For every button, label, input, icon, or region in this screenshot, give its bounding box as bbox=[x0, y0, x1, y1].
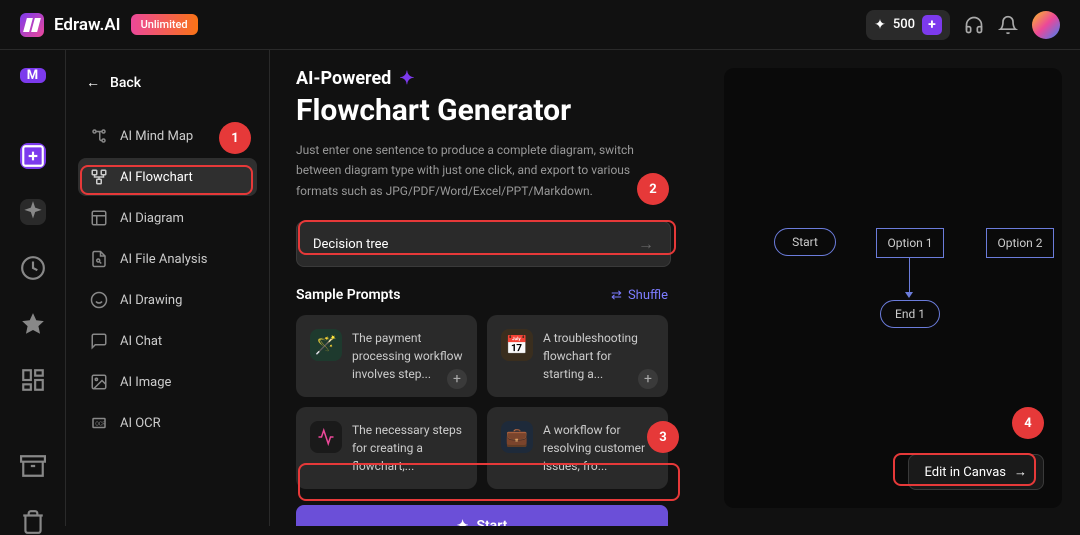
prompt-input[interactable] bbox=[313, 237, 638, 252]
drawing-icon bbox=[90, 291, 108, 309]
ocr-icon: OCR bbox=[90, 414, 108, 432]
credits-count: 500 bbox=[893, 17, 915, 32]
sparkle-icon: ✦ bbox=[457, 518, 469, 526]
calendar-icon: 📅 bbox=[501, 329, 533, 361]
rail-clock-icon[interactable] bbox=[20, 255, 46, 281]
card-add-button[interactable]: + bbox=[638, 369, 658, 389]
flowchart-icon bbox=[90, 168, 108, 186]
sample-card[interactable]: The necessary steps for creating a flowc… bbox=[296, 407, 477, 489]
prompt-input-box[interactable]: → bbox=[296, 221, 671, 267]
sidebar-item-label: AI Drawing bbox=[120, 293, 182, 308]
add-credits-button[interactable]: + bbox=[922, 15, 942, 35]
sidebar-item-label: AI OCR bbox=[120, 416, 161, 431]
page-title: Flowchart Generator bbox=[296, 93, 698, 128]
image-icon bbox=[90, 373, 108, 391]
app-name: Edraw.AI bbox=[54, 15, 121, 35]
sample-prompts-label: Sample Prompts bbox=[296, 287, 400, 303]
svg-text:OCR: OCR bbox=[95, 421, 106, 427]
sidebar-item-label: AI File Analysis bbox=[120, 252, 208, 267]
workspace-badge[interactable]: M bbox=[20, 68, 46, 83]
sidebar-item-chat[interactable]: AI Chat bbox=[78, 322, 257, 360]
sidebar-item-drawing[interactable]: AI Drawing bbox=[78, 281, 257, 319]
sidebar-item-diagram[interactable]: AI Diagram bbox=[78, 199, 257, 237]
flow-node-start: Start bbox=[774, 228, 836, 256]
sample-prompts-header: Sample Prompts ⇄ Shuffle bbox=[296, 287, 668, 303]
sample-cards-grid: 🪄 The payment processing workflow involv… bbox=[296, 315, 668, 489]
start-button[interactable]: ✦ Start bbox=[296, 505, 668, 526]
magic-wand-icon: 🪄 bbox=[310, 329, 342, 361]
arrow-right-icon: → bbox=[1014, 464, 1027, 480]
page-description: Just enter one sentence to produce a com… bbox=[296, 140, 666, 201]
ai-sparkle-icon: ✦ bbox=[399, 68, 414, 89]
card-text: The payment processing workflow involves… bbox=[352, 329, 463, 383]
sample-card[interactable]: 💼 A workflow for resolving customer issu… bbox=[487, 407, 668, 489]
header-right: ✦ 500 + bbox=[866, 10, 1060, 40]
rail-create-icon[interactable] bbox=[20, 143, 46, 169]
shuffle-icon: ⇄ bbox=[611, 288, 622, 303]
rail-star-icon[interactable] bbox=[20, 311, 46, 337]
annotation-marker-1: 1 bbox=[219, 122, 251, 154]
start-label: Start bbox=[476, 518, 507, 526]
rail-trash-icon[interactable] bbox=[20, 509, 46, 535]
submit-arrow-icon[interactable]: → bbox=[638, 234, 654, 254]
unlimited-badge: Unlimited bbox=[131, 14, 198, 35]
rail-ai-sparkle-icon[interactable] bbox=[20, 199, 46, 225]
rail-templates-icon[interactable] bbox=[20, 367, 46, 393]
activity-icon bbox=[310, 421, 342, 453]
sidebar: ← Back AI Mind Map AI Flowchart AI Diagr… bbox=[66, 50, 270, 526]
sample-card[interactable]: 🪄 The payment processing workflow involv… bbox=[296, 315, 477, 397]
card-text: The necessary steps for creating a flowc… bbox=[352, 421, 463, 475]
card-add-button[interactable]: + bbox=[447, 369, 467, 389]
arrow-left-icon: ← bbox=[86, 74, 100, 91]
user-avatar[interactable] bbox=[1032, 11, 1060, 39]
main-layout: M ← Back AI Mind Map AI Flowchart AI Dia… bbox=[0, 50, 1080, 526]
flow-node-option2: Option 2 bbox=[986, 228, 1054, 258]
annotation-marker-2: 2 bbox=[637, 173, 669, 205]
mindmap-icon bbox=[90, 127, 108, 145]
sparkle-icon: ✦ bbox=[874, 17, 886, 33]
annotation-marker-4: 4 bbox=[1012, 407, 1044, 439]
sidebar-item-image[interactable]: AI Image bbox=[78, 363, 257, 401]
card-text: A workflow for resolving customer issues… bbox=[543, 421, 654, 475]
shuffle-button[interactable]: ⇄ Shuffle bbox=[611, 288, 668, 303]
sidebar-item-label: AI Chat bbox=[120, 334, 162, 349]
app-header: Edraw.AI Unlimited ✦ 500 + bbox=[0, 0, 1080, 50]
chat-icon bbox=[90, 332, 108, 350]
preview-panel: Start Option 1 Option 2 End 1 Edit in Ca… bbox=[724, 68, 1062, 508]
flow-arrow-icon bbox=[905, 292, 913, 298]
sidebar-item-flowchart[interactable]: AI Flowchart bbox=[78, 158, 257, 196]
sidebar-item-label: AI Flowchart bbox=[120, 170, 193, 185]
flow-connector bbox=[909, 258, 910, 296]
back-label: Back bbox=[110, 75, 141, 91]
flow-node-end1: End 1 bbox=[880, 300, 940, 328]
file-analysis-icon bbox=[90, 250, 108, 268]
sidebar-item-label: AI Mind Map bbox=[120, 129, 193, 144]
edit-in-canvas-button[interactable]: Edit in Canvas → bbox=[908, 454, 1045, 490]
logo-area: Edraw.AI Unlimited bbox=[20, 13, 198, 37]
annotation-marker-3: 3 bbox=[647, 421, 679, 453]
flow-node-option1: Option 1 bbox=[876, 228, 944, 258]
notification-bell-icon[interactable] bbox=[998, 15, 1018, 35]
ai-powered-label: AI-Powered ✦ bbox=[296, 68, 698, 89]
headset-icon[interactable] bbox=[964, 15, 984, 35]
card-text: A troubleshooting flowchart for starting… bbox=[543, 329, 654, 383]
sidebar-item-file-analysis[interactable]: AI File Analysis bbox=[78, 240, 257, 278]
rail-archive-icon[interactable] bbox=[20, 453, 46, 479]
sidebar-item-label: AI Image bbox=[120, 375, 171, 390]
sidebar-item-label: AI Diagram bbox=[120, 211, 184, 226]
ai-powered-text: AI-Powered bbox=[296, 68, 391, 89]
app-logo-icon bbox=[20, 13, 44, 37]
sample-card[interactable]: 📅 A troubleshooting flowchart for starti… bbox=[487, 315, 668, 397]
content-area: AI-Powered ✦ Flowchart Generator Just en… bbox=[270, 50, 724, 526]
briefcase-icon: 💼 bbox=[501, 421, 533, 453]
sidebar-item-ocr[interactable]: OCR AI OCR bbox=[78, 404, 257, 442]
back-button[interactable]: ← Back bbox=[78, 68, 257, 97]
edit-canvas-label: Edit in Canvas bbox=[925, 465, 1007, 480]
credits-badge[interactable]: ✦ 500 + bbox=[866, 10, 950, 40]
shuffle-label: Shuffle bbox=[628, 288, 668, 303]
diagram-icon bbox=[90, 209, 108, 227]
icon-rail: M bbox=[0, 50, 66, 526]
